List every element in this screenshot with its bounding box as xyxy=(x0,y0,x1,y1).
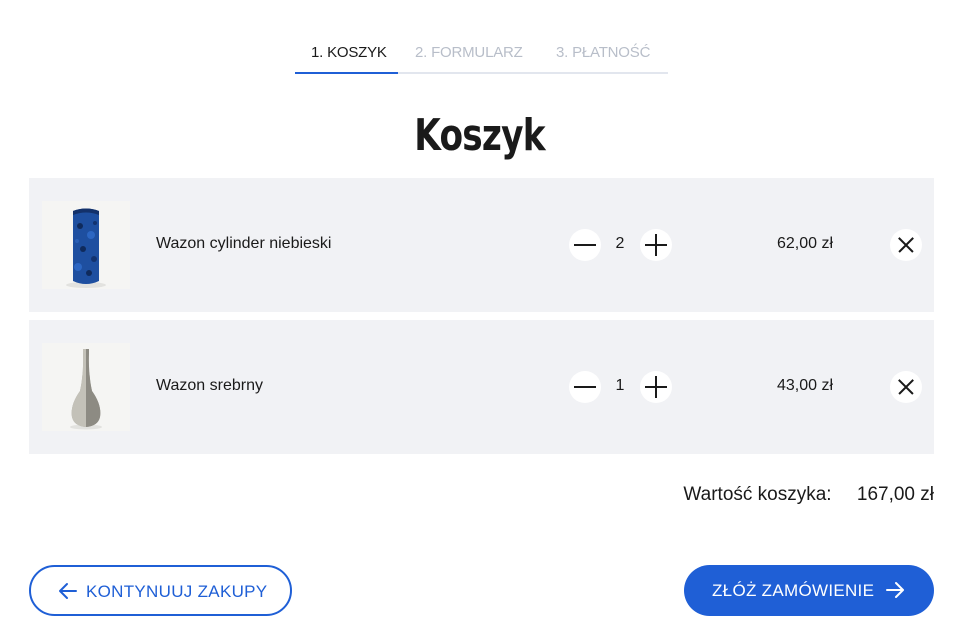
quantity-value: 2 xyxy=(615,235,625,252)
increase-quantity-button[interactable] xyxy=(640,371,672,403)
product-name[interactable]: Wazon cylinder niebieski xyxy=(156,235,331,253)
product-image-blue-vase[interactable] xyxy=(42,201,130,289)
cart-total-value: 167,00 zł xyxy=(856,484,934,505)
decrease-quantity-button[interactable] xyxy=(569,371,601,403)
product-image-silver-vase[interactable] xyxy=(42,343,130,431)
continue-shopping-label: KONTYNUUJ ZAKUPY xyxy=(86,582,268,601)
cart-item: Wazon cylinder niebieski 2 62,00 zł xyxy=(29,178,934,312)
increase-quantity-button[interactable] xyxy=(640,229,672,261)
item-price: 43,00 zł xyxy=(776,377,833,394)
cart-item: Wazon srebrny 1 43,00 zł xyxy=(29,320,934,454)
place-order-button[interactable]: ZŁÓŻ ZAMÓWIENIE xyxy=(684,565,934,616)
arrow-right-icon xyxy=(886,582,904,598)
remove-item-button[interactable] xyxy=(890,371,922,403)
continue-shopping-button[interactable]: KONTYNUUJ ZAKUPY xyxy=(29,565,292,616)
checkout-steps: 1. KOSZYK 2. FORMULARZ 3. PŁATNOŚĆ xyxy=(295,40,668,74)
decrease-quantity-button[interactable] xyxy=(569,229,601,261)
step-cart[interactable]: 1. KOSZYK xyxy=(311,44,387,61)
steps-active-indicator xyxy=(295,72,398,74)
place-order-label: ZŁÓŻ ZAMÓWIENIE xyxy=(712,581,875,600)
page-title: Koszyk xyxy=(414,110,545,161)
step-form[interactable]: 2. FORMULARZ xyxy=(415,44,523,61)
quantity-value: 1 xyxy=(615,377,625,394)
arrow-left-icon xyxy=(59,583,77,599)
cart-total-label: Wartość koszyka: xyxy=(683,484,832,505)
remove-item-button[interactable] xyxy=(890,229,922,261)
cart-total: Wartość koszyka: 167,00 zł xyxy=(683,484,934,506)
item-price: 62,00 zł xyxy=(776,235,833,252)
product-name[interactable]: Wazon srebrny xyxy=(156,377,263,395)
step-payment[interactable]: 3. PŁATNOŚĆ xyxy=(556,44,650,61)
